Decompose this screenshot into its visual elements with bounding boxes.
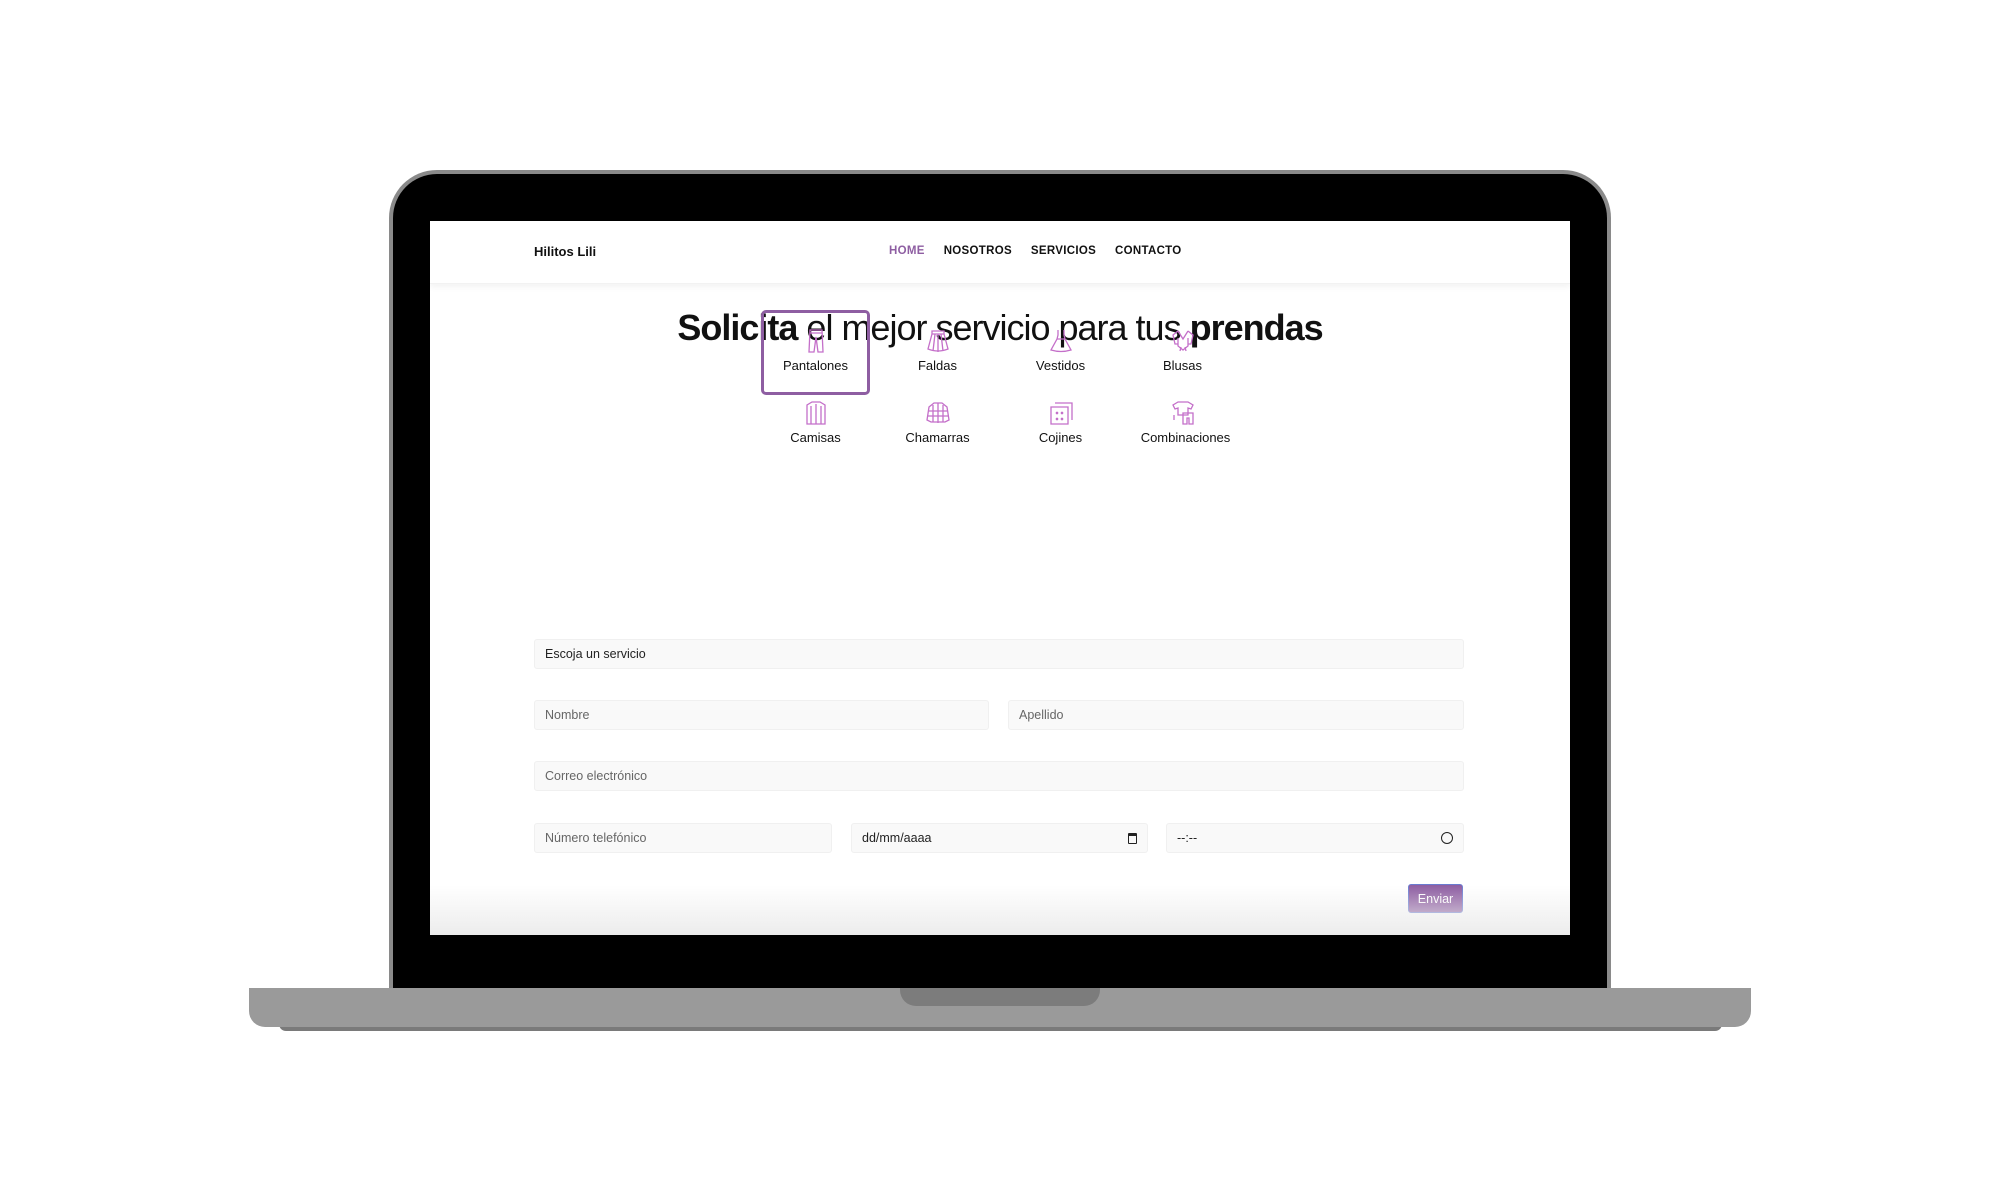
nav-home[interactable]: HOME [889, 245, 925, 257]
nav-nosotros[interactable]: NOSOTROS [944, 245, 1012, 257]
category-label: Camisas [790, 430, 841, 445]
clock-icon[interactable] [1441, 832, 1453, 844]
cushion-icon [1049, 402, 1073, 425]
outfit-icon [1171, 401, 1194, 425]
date-input[interactable]: dd/mm/aaaa [851, 823, 1148, 853]
service-select[interactable]: Escoja un servicio [534, 639, 1464, 669]
navbar: Hilitos Lili HOME NOSOTROS SERVICIOS CON… [430, 221, 1570, 284]
email-input[interactable]: Correo electrónico [534, 761, 1464, 791]
jacket-icon [925, 402, 950, 423]
nav-contacto[interactable]: CONTACTO [1115, 245, 1182, 257]
last-name-input[interactable]: Apellido [1008, 700, 1464, 730]
page-title: Solicita el mejor servicio para tus pren… [677, 307, 1323, 348]
category-label: Vestidos [1035, 358, 1086, 373]
category-camisas[interactable]: Camisas [761, 382, 870, 467]
first-name-input[interactable]: Nombre [534, 700, 989, 730]
laptop-notch [900, 988, 1100, 1006]
category-label: Pantalones [782, 358, 849, 373]
brand-logo[interactable]: Hilitos Lili [534, 244, 596, 259]
category-label: Faldas [917, 358, 958, 373]
pants-icon [807, 329, 824, 353]
category-label: Combinaciones [1140, 430, 1231, 445]
dress-icon [1049, 330, 1072, 353]
phone-input[interactable]: Número telefónico [534, 823, 832, 853]
website-screen: Hilitos Lili HOME NOSOTROS SERVICIOS CON… [430, 221, 1570, 935]
category-label: Chamarras [905, 430, 970, 445]
calendar-icon[interactable] [1128, 832, 1137, 844]
shirt-icon [805, 401, 826, 425]
nav-servicios[interactable]: SERVICIOS [1031, 245, 1096, 257]
submit-button[interactable]: Enviar [1408, 884, 1463, 913]
category-cojines[interactable]: Cojines [1006, 382, 1115, 467]
category-label: Cojines [1038, 430, 1083, 445]
category-combinaciones[interactable]: Combinaciones [1128, 382, 1237, 467]
skirt-icon [926, 330, 949, 352]
category-label: Blusas [1162, 358, 1203, 373]
blouse-icon [1171, 330, 1194, 352]
category-chamarras[interactable]: Chamarras [883, 382, 992, 467]
time-input[interactable]: --:-- [1166, 823, 1464, 853]
